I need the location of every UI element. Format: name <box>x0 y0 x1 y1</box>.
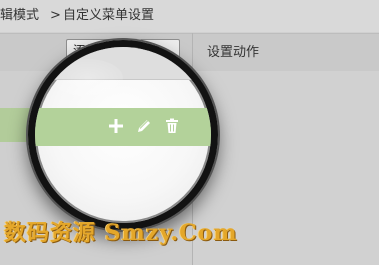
breadcrumb-parent[interactable]: 辑模式 <box>0 0 39 32</box>
pencil-icon[interactable] <box>135 117 153 135</box>
lens-glare <box>53 59 123 97</box>
screenshot-stage: 辑模式 > 自定义菜单设置 添加菜单 排 设置动作 <box>0 0 379 265</box>
breadcrumb: 辑模式 > 自定义菜单设置 <box>0 0 379 32</box>
breadcrumb-separator: > <box>50 8 61 23</box>
trash-icon[interactable] <box>163 117 181 135</box>
plus-icon[interactable] <box>107 117 125 135</box>
settings-action-title: 设置动作 <box>207 45 260 60</box>
magnifier-lens <box>28 40 218 230</box>
site-watermark: 数码资源 Smzy.Com <box>4 220 238 246</box>
breadcrumb-current: 自定义菜单设置 <box>63 8 155 23</box>
magnified-selected-menu-row[interactable] <box>35 108 211 146</box>
